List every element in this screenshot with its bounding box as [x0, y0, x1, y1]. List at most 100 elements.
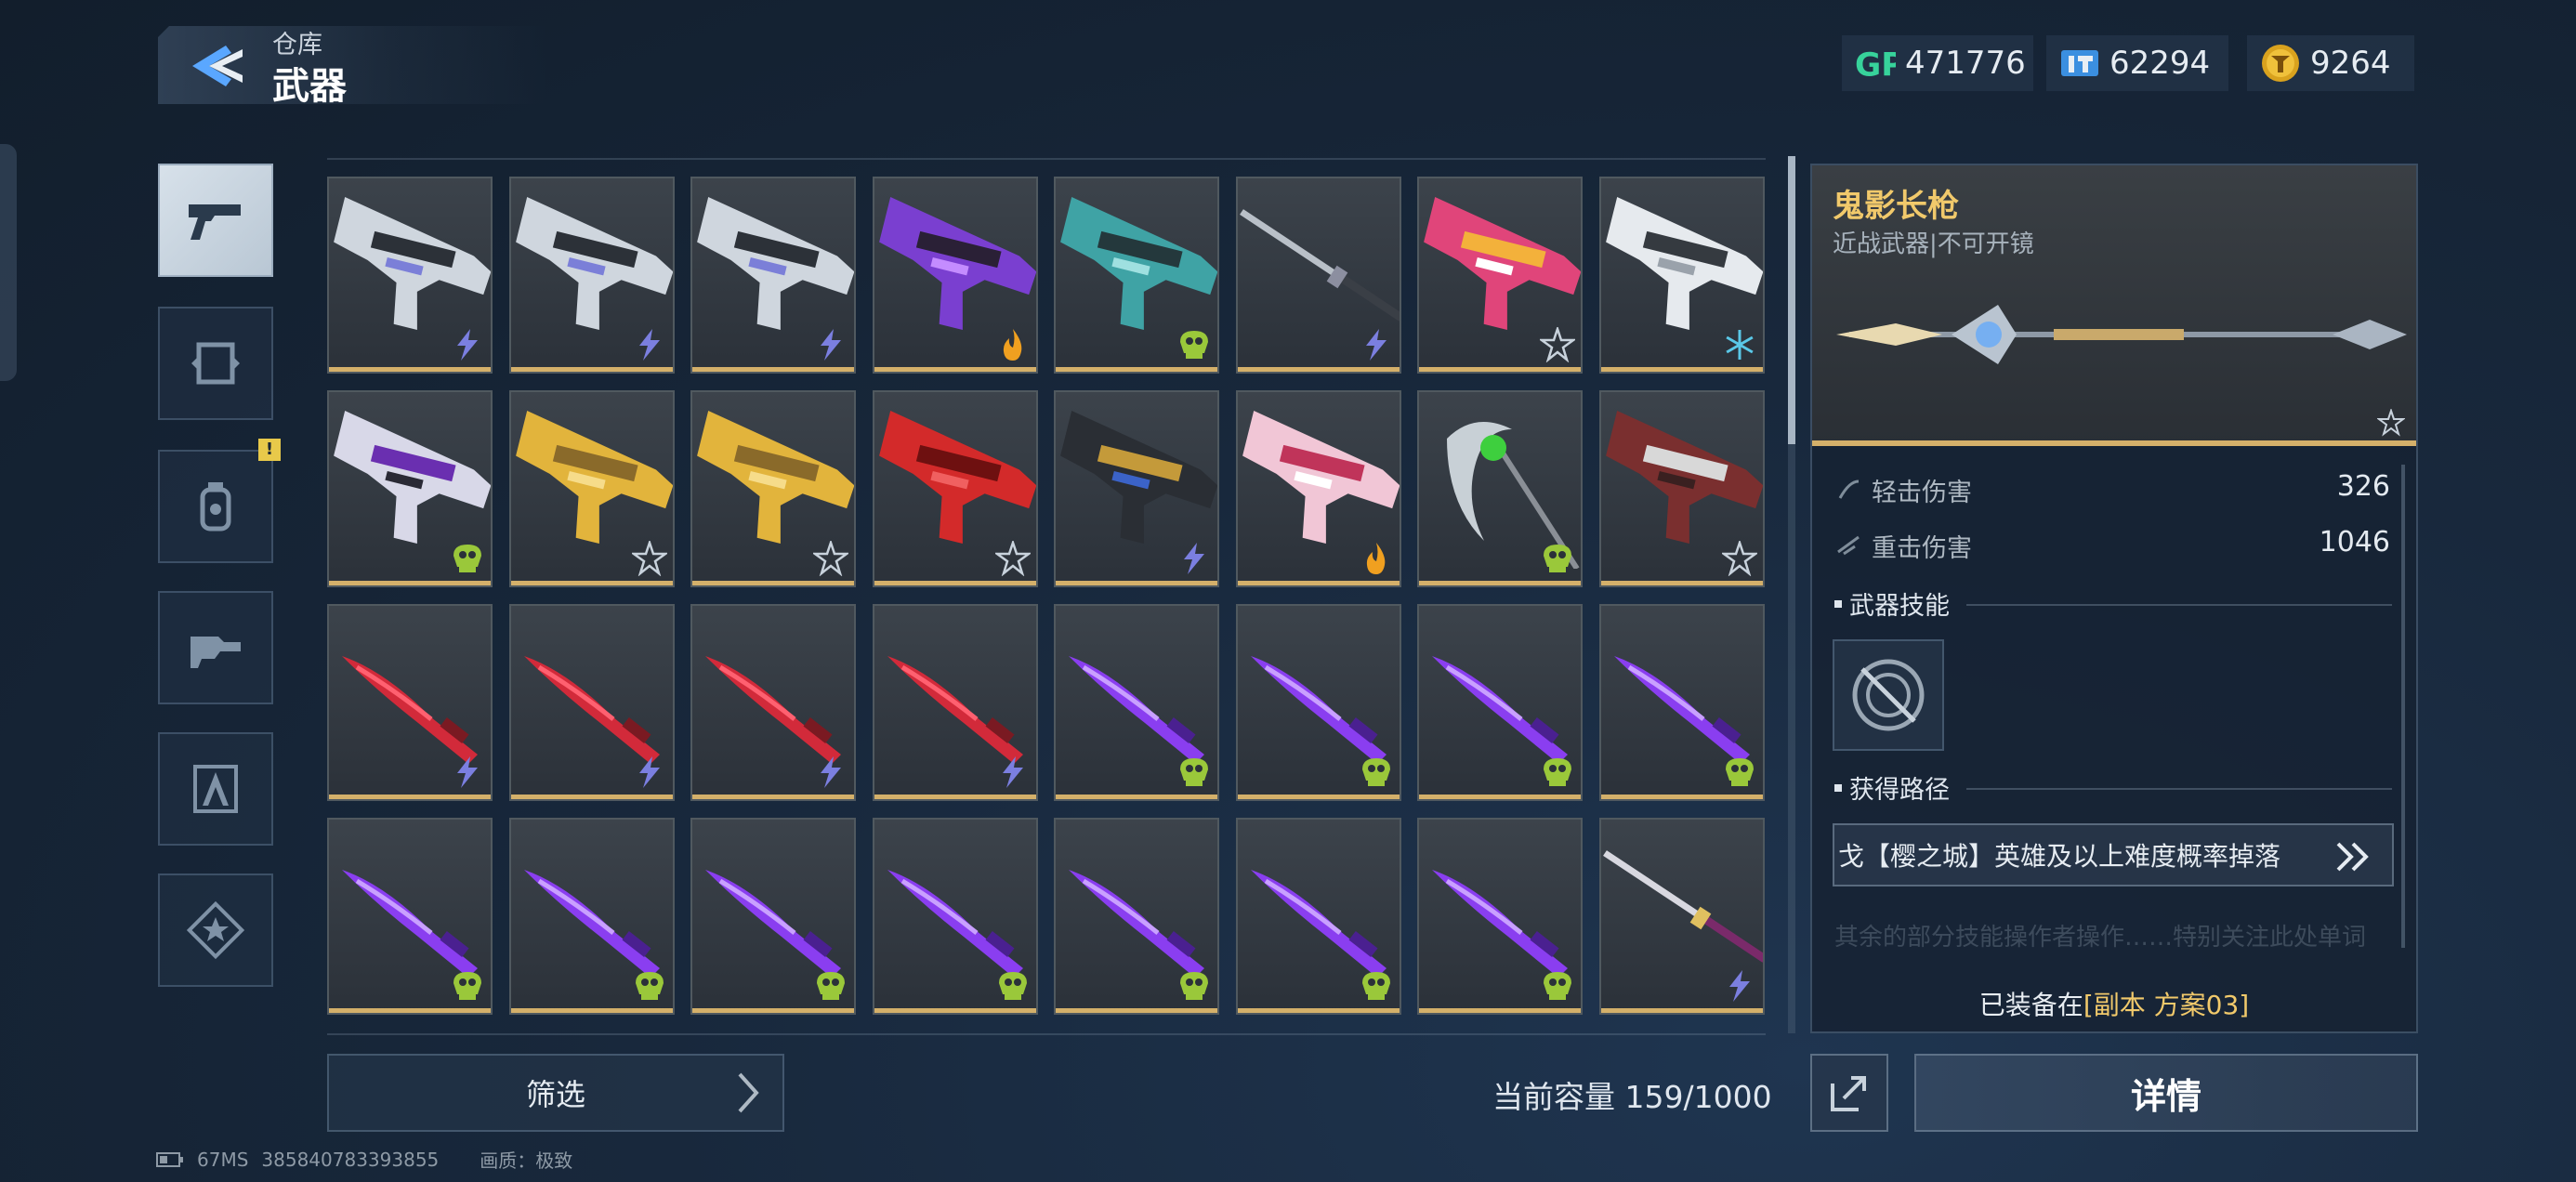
- back-arrow-icon: [192, 46, 243, 86]
- star-icon: [1722, 541, 1757, 576]
- tab-tools[interactable]: [158, 732, 273, 846]
- share-button[interactable]: [1810, 1054, 1888, 1132]
- stat-label-heavy: 重击伤害: [1872, 534, 1972, 563]
- weapon-slot[interactable]: [509, 390, 675, 587]
- compass-tool-icon: [193, 765, 238, 813]
- weapon-slot[interactable]: [509, 604, 675, 801]
- skill-icon: [1852, 659, 1925, 731]
- section-bullet: [1834, 600, 1842, 608]
- weapon-slot[interactable]: [1599, 818, 1765, 1015]
- star-rank-icon: [2377, 409, 2405, 437]
- weapon-slot[interactable]: [1417, 818, 1583, 1015]
- weapon-skill-slot[interactable]: [1833, 639, 1944, 751]
- weapon-slot[interactable]: [509, 177, 675, 374]
- lightning-icon: [1729, 970, 1750, 1002]
- gold-coin-icon: [2260, 43, 2301, 84]
- equipped-prefix: 已装备在: [1978, 990, 2083, 1020]
- battery-icon: [156, 1151, 183, 1167]
- currency-gp-value: 471776: [1905, 45, 2026, 82]
- skull-icon: [1362, 972, 1390, 1000]
- weapon-slot[interactable]: [1054, 818, 1219, 1015]
- lightning-icon: [639, 329, 660, 361]
- lightning-icon: [821, 756, 841, 788]
- back-button[interactable]: [182, 33, 255, 98]
- star-badge-icon: [186, 900, 245, 960]
- skull-icon: [1180, 331, 1208, 359]
- weapon-slot[interactable]: [1054, 177, 1219, 374]
- tab-throwables[interactable]: [158, 450, 273, 563]
- heavy-attack-icon: [1837, 535, 1860, 556]
- weapon-slot[interactable]: [873, 818, 1038, 1015]
- stat-label-light: 轻击伤害: [1872, 479, 1972, 507]
- weapon-slot[interactable]: [1236, 818, 1401, 1015]
- quality-text: 画质：极致: [480, 1149, 573, 1172]
- weapon-slot[interactable]: [327, 177, 493, 374]
- lightning-icon: [639, 756, 660, 788]
- pistol-icon: [189, 204, 241, 240]
- tab-weapons[interactable]: [158, 164, 273, 277]
- weapon-slot[interactable]: [690, 818, 856, 1015]
- preview-rarity-bar: [1812, 440, 2416, 446]
- weapon-name: 鬼影长枪: [1833, 188, 1959, 225]
- skull-icon: [1180, 758, 1208, 786]
- currency-gold-value: 9264: [2310, 45, 2391, 82]
- currency-gp: GP 471776: [1842, 35, 2033, 91]
- weapon-slot[interactable]: [327, 818, 493, 1015]
- tab-badges[interactable]: [158, 873, 273, 987]
- weapon-type: 近战武器|不可开镜: [1833, 230, 2034, 258]
- details-button[interactable]: 详情: [1914, 1054, 2418, 1132]
- star-icon: [632, 541, 667, 576]
- grid-divider-bottom: [327, 1033, 1766, 1035]
- weapon-slot[interactable]: [1599, 390, 1765, 587]
- equipped-status: 已装备在[副本 方案03]: [1810, 985, 2418, 1022]
- lightning-icon: [821, 329, 841, 361]
- weapon-slot[interactable]: [1417, 390, 1583, 587]
- equipped-loadout: [副本 方案03]: [2083, 990, 2250, 1020]
- page-title: 武器: [272, 65, 347, 108]
- weapon-slot[interactable]: [1054, 390, 1219, 587]
- weapon-slot[interactable]: [509, 818, 675, 1015]
- weapon-slot[interactable]: [873, 177, 1038, 374]
- weapon-slot[interactable]: [1417, 177, 1583, 374]
- weapon-slot[interactable]: [1599, 604, 1765, 801]
- weapon-slot[interactable]: [1236, 604, 1401, 801]
- tab-skins[interactable]: [158, 307, 273, 420]
- weapon-slot[interactable]: [1599, 177, 1765, 374]
- skull-icon: [1362, 758, 1390, 786]
- skull-icon: [453, 545, 481, 572]
- light-attack-icon: [1838, 479, 1860, 499]
- weapon-slot[interactable]: [690, 390, 856, 587]
- alert-badge: !: [258, 439, 281, 461]
- gear-swap-icon: [191, 637, 241, 668]
- lightning-icon: [1366, 329, 1387, 361]
- flame-icon: [1366, 543, 1386, 574]
- chevron-right-icon: [738, 1072, 759, 1113]
- edge-handle: [0, 144, 17, 381]
- skull-icon: [817, 972, 845, 1000]
- filter-label: 筛选: [525, 1077, 585, 1112]
- weapon-slot[interactable]: [873, 390, 1038, 587]
- weapon-slot[interactable]: [1236, 390, 1401, 587]
- acquire-route-button[interactable]: 戈【樱之城】英雄及以上难度概率掉落: [1833, 823, 2394, 886]
- currency-ticket-value: 62294: [2109, 45, 2211, 82]
- weapon-slot[interactable]: [1054, 604, 1219, 801]
- weapon-slot[interactable]: [690, 604, 856, 801]
- weapon-slot[interactable]: [327, 604, 493, 801]
- detail-scrollbar[interactable]: [2401, 465, 2405, 948]
- skill-section-title: 武器技能: [1849, 592, 1950, 621]
- ticket-icon: [2059, 43, 2100, 84]
- filter-button[interactable]: 筛选: [327, 1054, 784, 1132]
- weapon-slot[interactable]: [327, 390, 493, 587]
- weapon-slot[interactable]: [873, 604, 1038, 801]
- route-text: 戈【樱之城】英雄及以上难度概率掉落: [1838, 841, 2281, 872]
- weapon-slot[interactable]: [1417, 604, 1583, 801]
- weapon-slot[interactable]: [1236, 177, 1401, 374]
- section-bullet: [1834, 784, 1842, 792]
- grid-scrollbar-thumb[interactable]: [1788, 156, 1795, 444]
- skull-icon: [636, 972, 664, 1000]
- skull-icon: [999, 972, 1027, 1000]
- gp-icon: GP: [1855, 43, 1896, 84]
- tab-attachments[interactable]: [158, 591, 273, 704]
- weapon-slot[interactable]: [690, 177, 856, 374]
- ping-text: 67MS: [197, 1148, 249, 1171]
